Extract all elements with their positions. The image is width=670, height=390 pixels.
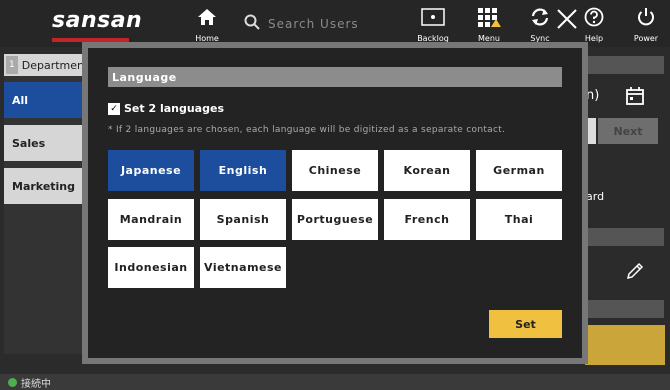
language-option-japanese[interactable]: Japanese (108, 150, 194, 191)
set-two-languages-option[interactable]: ✓ Set 2 languages (108, 102, 224, 115)
nav-power[interactable]: Power (630, 6, 662, 43)
top-bar: sansan Home Search Users Backlog Menu Sy… (0, 0, 670, 47)
sidebar-item-all[interactable]: All (4, 82, 84, 118)
nav-menu[interactable]: Menu (472, 6, 506, 43)
language-option-mandrain[interactable]: Mandrain (108, 199, 194, 240)
language-hint: * If 2 languages are chosen, each langua… (108, 125, 506, 135)
checkbox-label: Set 2 languages (124, 102, 224, 115)
status-bar: 接続中 (0, 374, 670, 390)
nav-home[interactable]: Home (190, 6, 224, 43)
department-label: Departmen (21, 58, 84, 72)
department-header[interactable]: 1 Departmen (4, 54, 86, 76)
sync-icon (524, 6, 556, 28)
close-icon[interactable] (556, 8, 578, 34)
help-icon (580, 6, 608, 28)
sansan-logo: sansan (52, 8, 143, 33)
connection-status-icon (8, 377, 17, 387)
language-option-english[interactable]: English (200, 150, 286, 191)
right-panel-divider-2 (582, 300, 664, 318)
search-icon (244, 14, 260, 33)
sidebar-item-sales[interactable]: Sales (4, 125, 84, 161)
nav-help[interactable]: Help (580, 6, 608, 43)
set-two-languages-checkbox[interactable]: ✓ (108, 102, 120, 115)
set-button[interactable]: Set (489, 310, 562, 338)
home-icon (190, 6, 224, 28)
status-text: 接続中 (21, 378, 51, 390)
right-panel-card-text: ard (586, 190, 605, 203)
language-option-indonesian[interactable]: Indonesian (108, 247, 194, 288)
right-panel-divider (582, 228, 664, 246)
language-option-german[interactable]: German (476, 150, 562, 191)
nav-power-label: Power (633, 34, 659, 43)
language-option-korean[interactable]: Korean (384, 150, 470, 191)
sidebar-item-label: Sales (12, 136, 46, 150)
language-option-thai[interactable]: Thai (476, 199, 562, 240)
edit-icon[interactable] (626, 262, 644, 284)
grid-warning-icon (472, 6, 506, 28)
sidebar-item-label: Marketing (12, 179, 76, 193)
search-input[interactable]: Search Users (268, 17, 359, 31)
right-panel-header (582, 56, 664, 74)
language-option-portuguese[interactable]: Portuguese (292, 199, 378, 240)
dialog-title: Language (108, 67, 562, 87)
language-option-chinese[interactable]: Chinese (292, 150, 378, 191)
language-option-french[interactable]: French (384, 199, 470, 240)
department-number: 1 (6, 56, 18, 74)
next-button[interactable]: Next (598, 118, 658, 144)
power-icon (630, 6, 662, 28)
language-option-spanish[interactable]: Spanish (200, 199, 286, 240)
sidebar-item-label: All (12, 93, 29, 107)
nav-backlog[interactable]: Backlog (414, 6, 452, 43)
sidebar-item-marketing[interactable]: Marketing (4, 168, 84, 204)
search-box[interactable]: Search Users (244, 14, 359, 33)
background-action-button[interactable] (585, 325, 665, 365)
calendar-icon[interactable] (625, 86, 645, 110)
language-option-vietnamese[interactable]: Vietnamese (200, 247, 286, 288)
nav-sync[interactable]: Sync (524, 6, 556, 43)
backlog-icon (414, 6, 452, 28)
